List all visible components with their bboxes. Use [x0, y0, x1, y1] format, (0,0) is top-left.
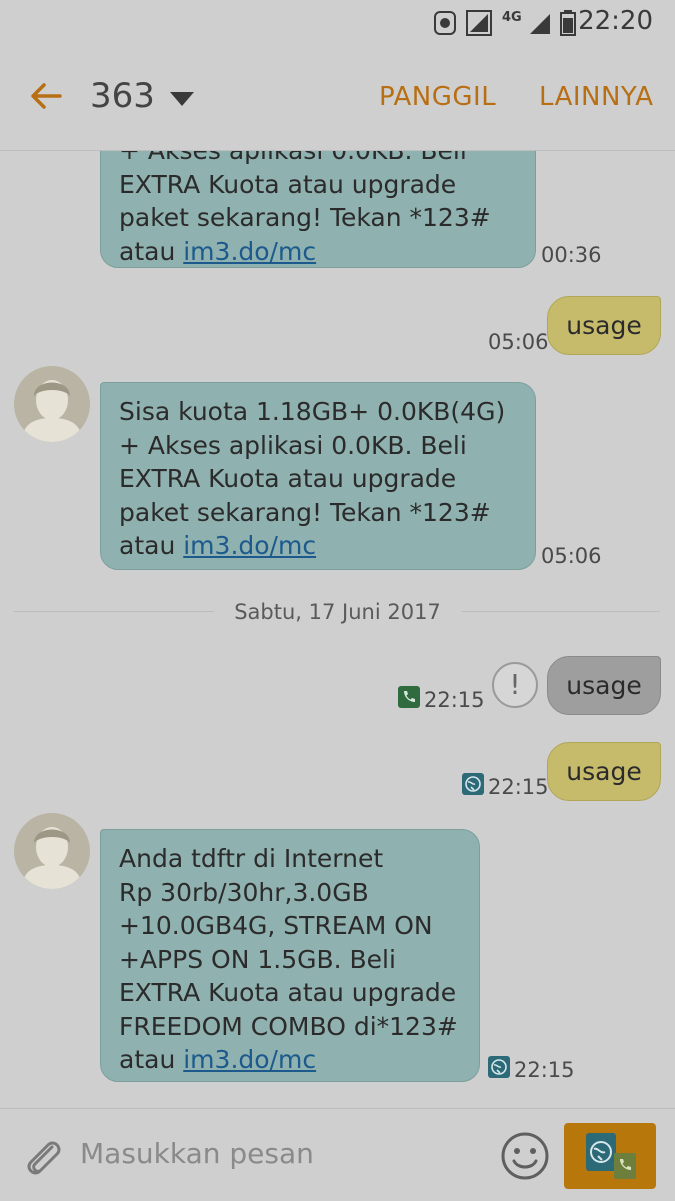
emoji-icon[interactable]	[500, 1131, 550, 1181]
message-line: Anda tdftr di Internet	[119, 844, 384, 873]
person-icon	[22, 827, 82, 889]
person-icon	[22, 380, 82, 442]
message-line: + Akses aplikasi 0.0KB. Beli	[119, 430, 467, 460]
message-line: atau im3.do/mc	[119, 235, 519, 269]
globe-sim-icon	[462, 773, 484, 795]
message-link[interactable]: im3.do/mc	[183, 237, 316, 266]
send-sim-icon	[586, 1133, 636, 1179]
globe-sim-icon	[488, 1056, 510, 1078]
message-text: usage	[566, 311, 642, 340]
signal-sim2-icon	[530, 14, 550, 34]
signal-sim1-icon	[466, 10, 492, 36]
compose-bar: Masukkan pesan	[0, 1108, 675, 1201]
message-time: 22:15	[424, 688, 485, 712]
send-button[interactable]	[564, 1123, 656, 1189]
outgoing-message-failed[interactable]: usage	[547, 656, 661, 715]
network-type-label: 4G	[502, 10, 522, 25]
message-line: atau im3.do/mc	[119, 529, 519, 563]
message-text: usage	[566, 671, 642, 700]
message-time: 00:36	[541, 243, 602, 267]
message-link[interactable]: im3.do/mc	[183, 531, 316, 560]
message-text: usage	[566, 757, 642, 786]
paperclip-icon[interactable]	[22, 1133, 62, 1179]
message-line: + Akses aplikasi 0.0KB. Beli	[119, 151, 519, 168]
message-time: 22:15	[514, 1058, 575, 1082]
clock: 22:20	[578, 6, 653, 36]
call-sim-icon	[398, 686, 420, 708]
outgoing-message[interactable]: usage	[547, 296, 661, 355]
call-button[interactable]: PANGGIL	[379, 82, 496, 112]
message-line: paket sekarang! Tekan *123#	[119, 203, 491, 232]
more-button[interactable]: LAINNYA	[539, 82, 654, 112]
contact-title[interactable]: 363	[90, 76, 155, 116]
message-line: EXTRA Kuota atau upgrade	[119, 464, 457, 493]
status-bar: 4G 22:20	[0, 0, 675, 48]
message-text: atau	[119, 1045, 184, 1074]
message-line: Sisa kuota 1.18GB+ 0.0KB(4G)	[119, 397, 506, 426]
message-line: +APPS ON 1.5GB. Beli	[119, 944, 396, 974]
avatar[interactable]	[14, 813, 90, 889]
incoming-message[interactable]: Sisa kuota 1.18GB+ 0.0KB(4G) + Akses apl…	[100, 382, 536, 570]
message-text: atau	[119, 531, 184, 560]
message-line: atau im3.do/mc	[119, 1043, 463, 1077]
incoming-message[interactable]: Anda tdftr di Internet Rp 30rb/30hr,3.0G…	[100, 829, 480, 1082]
message-line: FREEDOM COMBO di*123#	[119, 1011, 458, 1041]
message-line: +10.0GB4G, STREAM ON	[119, 911, 433, 940]
message-line: EXTRA Kuota atau upgrade	[119, 978, 457, 1007]
battery-icon	[560, 10, 576, 36]
conversation-header: 363 PANGGIL LAINNYA	[0, 48, 675, 151]
message-text: atau	[119, 236, 184, 266]
message-link[interactable]: im3.do/mc	[183, 1045, 316, 1074]
message-input[interactable]: Masukkan pesan	[80, 1137, 314, 1170]
failed-alert-icon[interactable]: !	[492, 662, 538, 708]
back-arrow-icon[interactable]	[28, 78, 64, 114]
message-time: 05:06	[541, 544, 602, 568]
avatar[interactable]	[14, 366, 90, 442]
message-time: 05:06	[488, 330, 549, 354]
message-time: 22:15	[488, 775, 549, 799]
outgoing-message[interactable]: usage	[547, 742, 661, 801]
message-line: paket sekarang! Tekan *123#	[119, 497, 491, 527]
message-line: EXTRA Kuota atau upgrade	[119, 169, 457, 199]
incoming-message[interactable]: + Akses aplikasi 0.0KB. Beli EXTRA Kuota…	[100, 151, 536, 268]
data-saver-icon	[434, 11, 456, 35]
message-line: Rp 30rb/30hr,3.0GB	[119, 877, 369, 907]
chevron-down-icon[interactable]	[170, 92, 194, 106]
date-divider: Sabtu, 17 Juni 2017	[234, 600, 441, 624]
